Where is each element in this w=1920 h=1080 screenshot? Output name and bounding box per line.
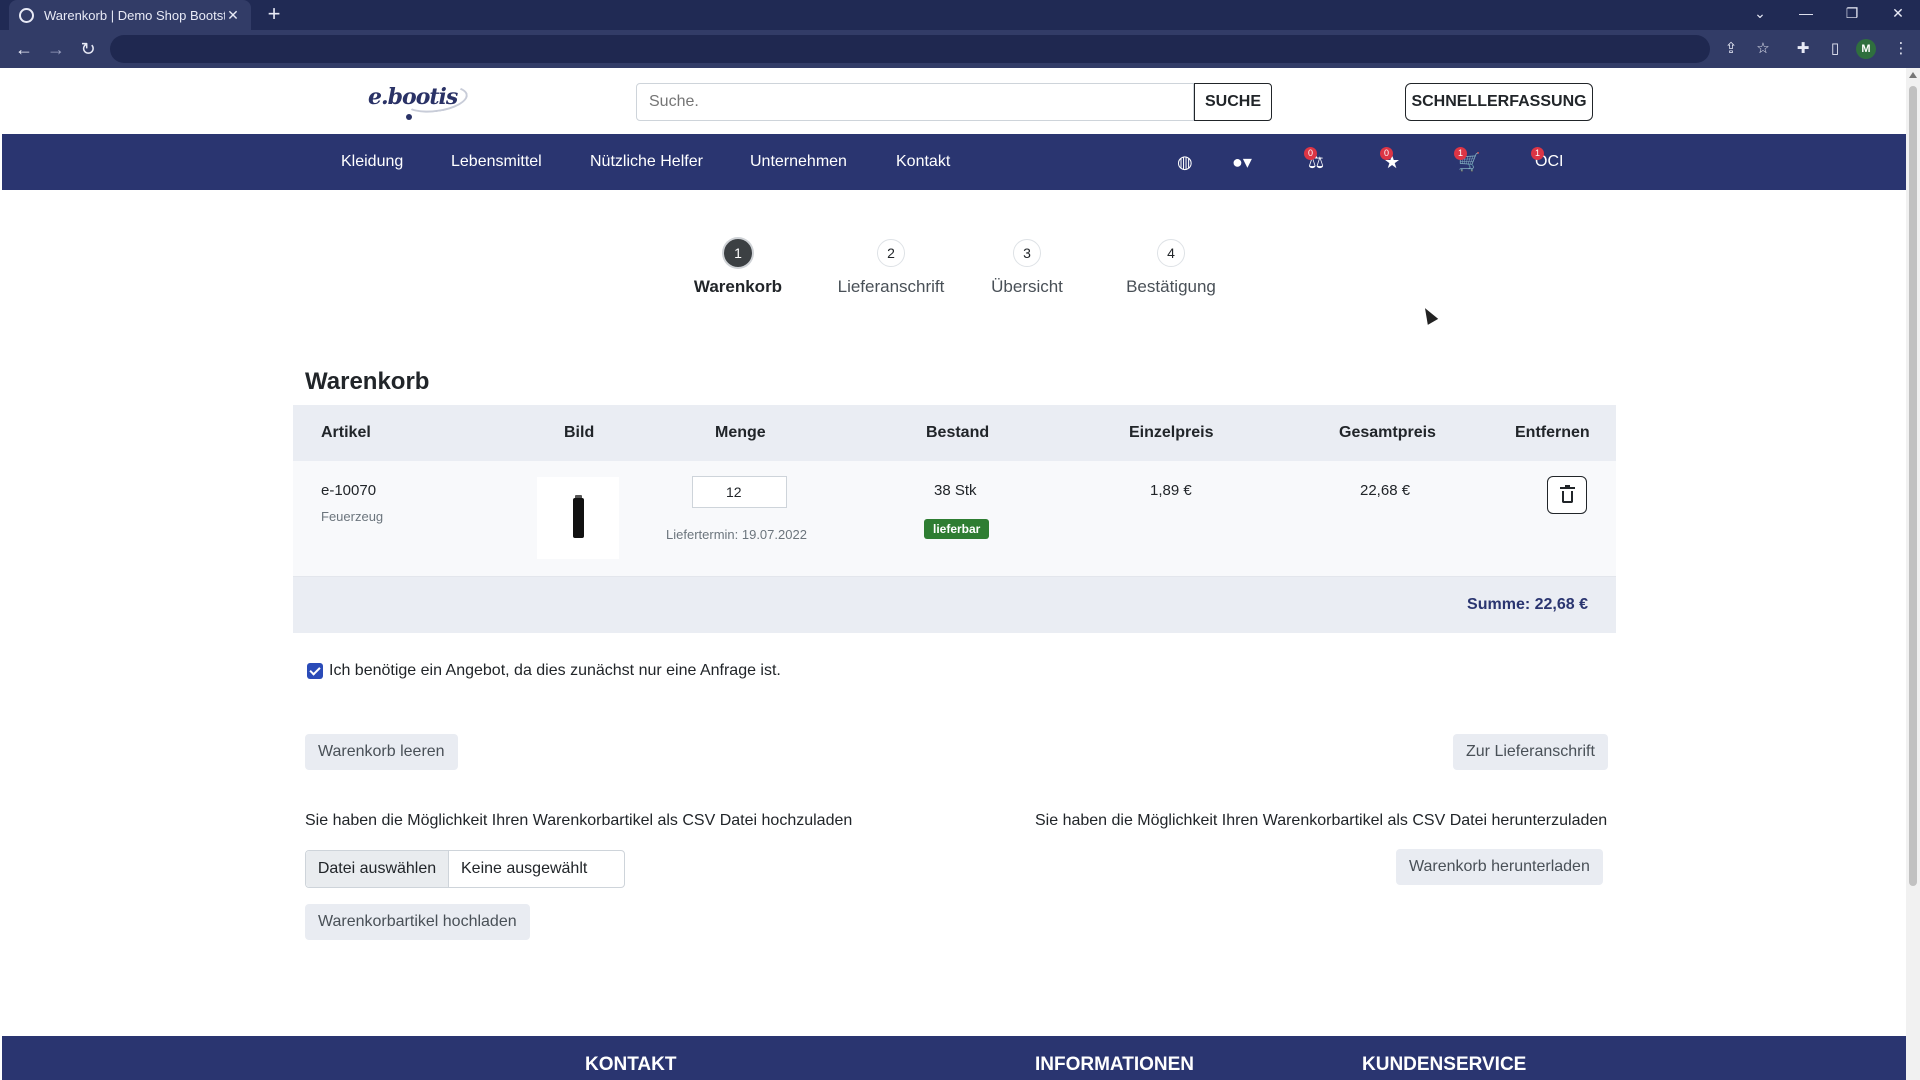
- compare-count-badge: 0: [1304, 147, 1317, 160]
- wishlist-count-badge: 0: [1380, 147, 1393, 160]
- table-header: Artikel Bild Menge Bestand Einzelpreis G…: [293, 405, 1616, 461]
- window-close-icon[interactable]: ✕: [1880, 0, 1916, 30]
- footer-heading-informationen: INFORMATIONEN: [1035, 1054, 1195, 1075]
- browser-toolbar: ← → ↻ ⇪ ☆ ✚ ▯ M ⋮: [0, 30, 1920, 68]
- column-header-menge: Menge: [715, 424, 766, 441]
- nav-link-nuetzliche-helfer[interactable]: Nützliche Helfer: [590, 134, 703, 190]
- nav-link-kontakt[interactable]: Kontakt: [896, 134, 950, 190]
- site-logo[interactable]: e.bootis: [364, 81, 474, 122]
- scroll-up-icon[interactable]: [1909, 72, 1917, 78]
- step-label: Bestätigung: [1126, 277, 1216, 296]
- main-navigation: Kleidung Lebensmittel Nützliche Helfer U…: [2, 134, 1906, 190]
- cart-icon[interactable]: 1 🛒: [1454, 147, 1480, 173]
- nav-link-lebensmittel[interactable]: Lebensmittel: [451, 134, 542, 190]
- product-image[interactable]: [537, 477, 619, 559]
- user-account-icon[interactable]: ●▾: [1232, 151, 1252, 173]
- csv-upload-info: Sie haben die Möglichkeit Ihren Warenkor…: [305, 812, 853, 829]
- minimize-icon[interactable]: —: [1788, 0, 1824, 30]
- step-label: Übersicht: [991, 277, 1063, 296]
- nav-link-kleidung[interactable]: Kleidung: [341, 134, 403, 190]
- quote-checkbox[interactable]: [307, 663, 323, 679]
- extensions-icon[interactable]: ✚: [1792, 38, 1814, 60]
- column-header-entfernen: Entfernen: [1515, 424, 1590, 441]
- quick-entry-button[interactable]: SCHNELLERFASSUNG: [1405, 83, 1593, 121]
- footer-heading-kontakt: KONTAKT: [585, 1054, 677, 1075]
- clear-cart-button[interactable]: Warenkorb leeren: [305, 734, 458, 770]
- reload-icon[interactable]: ↻: [76, 37, 100, 61]
- search-button[interactable]: SUCHE: [1194, 83, 1272, 121]
- file-input[interactable]: Datei auswählen Keine ausgewählt: [305, 850, 625, 888]
- step-bestaetigung[interactable]: 4 Bestätigung: [1091, 239, 1251, 297]
- tab-close-icon[interactable]: ✕: [225, 7, 241, 24]
- tab-title: Warenkorb | Demo Shop Bootstr: [44, 7, 225, 23]
- column-header-bestand: Bestand: [926, 424, 990, 441]
- cart-sum: Summe: 22,68 €: [1467, 596, 1588, 613]
- page-viewport: e.bootis SUCHE SCHNELLERFASSUNG Kleidung…: [2, 68, 1906, 1080]
- forward-icon[interactable]: →: [44, 37, 68, 61]
- table-row: e-10070 Feuerzeug 12 Liefertermin: 19.07…: [293, 461, 1616, 577]
- globe-favicon-icon: [19, 7, 34, 23]
- browser-menu-icon[interactable]: ⋮: [1890, 38, 1912, 60]
- column-header-bild: Bild: [564, 424, 595, 441]
- search-input[interactable]: [636, 83, 1194, 121]
- column-header-artikel: Artikel: [321, 424, 371, 441]
- profile-avatar[interactable]: M: [1856, 39, 1876, 59]
- side-panel-icon[interactable]: ▯: [1824, 38, 1846, 60]
- new-tab-button[interactable]: +: [262, 3, 286, 27]
- file-status: Keine ausgewählt: [461, 860, 588, 877]
- address-bar[interactable]: [110, 35, 1710, 63]
- total-price: 22,68 €: [1360, 482, 1411, 499]
- step-warenkorb[interactable]: 1 Warenkorb: [658, 239, 818, 297]
- step-label: Warenkorb: [693, 277, 783, 296]
- browser-tab-bar: Warenkorb | Demo Shop Bootstr ✕ + ⌄ — ❐ …: [0, 0, 1920, 30]
- csv-download-info: Sie haben die Möglichkeit Ihren Warenkor…: [1035, 812, 1608, 829]
- to-delivery-address-button[interactable]: Zur Lieferanschrift: [1453, 734, 1608, 770]
- unit-price: 1,89 €: [1150, 482, 1192, 499]
- quantity-input[interactable]: 12: [692, 476, 787, 508]
- share-icon[interactable]: ⇪: [1720, 38, 1742, 60]
- step-number: 3: [1013, 239, 1041, 267]
- language-globe-icon[interactable]: ◍: [1177, 151, 1193, 173]
- column-header-gesamtpreis: Gesamtpreis: [1339, 424, 1436, 441]
- step-number: 4: [1157, 239, 1185, 267]
- footer-heading-kundenservice: KUNDENSERVICE: [1362, 1054, 1527, 1075]
- cart-title: Warenkorb: [305, 368, 430, 395]
- table-footer: Summe: 22,68 €: [293, 577, 1616, 633]
- status-badge: lieferbar: [924, 519, 990, 539]
- cart-count-badge: 1: [1454, 147, 1467, 160]
- restore-icon[interactable]: ❐: [1834, 0, 1870, 30]
- logo-dot: [406, 114, 412, 120]
- tab-search-icon[interactable]: ⌄: [1742, 0, 1778, 30]
- quote-checkbox-label[interactable]: Ich benötige ein Angebot, da dies zunäch…: [329, 662, 781, 680]
- nav-link-unternehmen[interactable]: Unternehmen: [750, 134, 847, 190]
- lighter-body-shape: [573, 498, 584, 538]
- upload-cart-items-button[interactable]: Warenkorbartikel hochladen: [305, 904, 530, 940]
- scrollbar-thumb[interactable]: [1909, 86, 1917, 886]
- article-number[interactable]: e-10070: [321, 482, 376, 499]
- wishlist-star-icon[interactable]: 0 ★: [1380, 147, 1400, 173]
- page-scrollbar[interactable]: [1906, 68, 1920, 1080]
- step-number: 2: [877, 239, 905, 267]
- mouse-cursor-icon: [1419, 305, 1439, 325]
- article-name: Feuerzeug: [321, 509, 384, 524]
- oci-link[interactable]: 1 OCI: [1531, 147, 1563, 173]
- column-header-einzelpreis: Einzelpreis: [1129, 424, 1214, 441]
- bookmark-star-icon[interactable]: ☆: [1752, 38, 1774, 60]
- step-uebersicht[interactable]: 3 Übersicht: [947, 239, 1107, 297]
- choose-file-button[interactable]: Datei auswählen: [306, 851, 449, 887]
- site-footer: KONTAKT INFORMATIONEN KUNDENSERVICE: [2, 1036, 1906, 1080]
- remove-item-button[interactable]: [1547, 476, 1587, 514]
- delivery-date: Liefertermin: 19.07.2022: [666, 527, 807, 542]
- logo-text: e.bootis: [368, 84, 458, 110]
- step-number: 1: [724, 239, 752, 267]
- stock-amount: 38 Stk: [934, 482, 977, 499]
- browser-tab-active[interactable]: Warenkorb | Demo Shop Bootstr ✕: [9, 0, 251, 30]
- compare-scale-icon[interactable]: 0 ⚖: [1304, 147, 1324, 173]
- oci-count-badge: 1: [1531, 147, 1544, 160]
- site-header: e.bootis SUCHE SCHNELLERFASSUNG: [2, 68, 1906, 134]
- back-icon[interactable]: ←: [12, 37, 36, 61]
- download-cart-button[interactable]: Warenkorb herunterladen: [1396, 849, 1603, 885]
